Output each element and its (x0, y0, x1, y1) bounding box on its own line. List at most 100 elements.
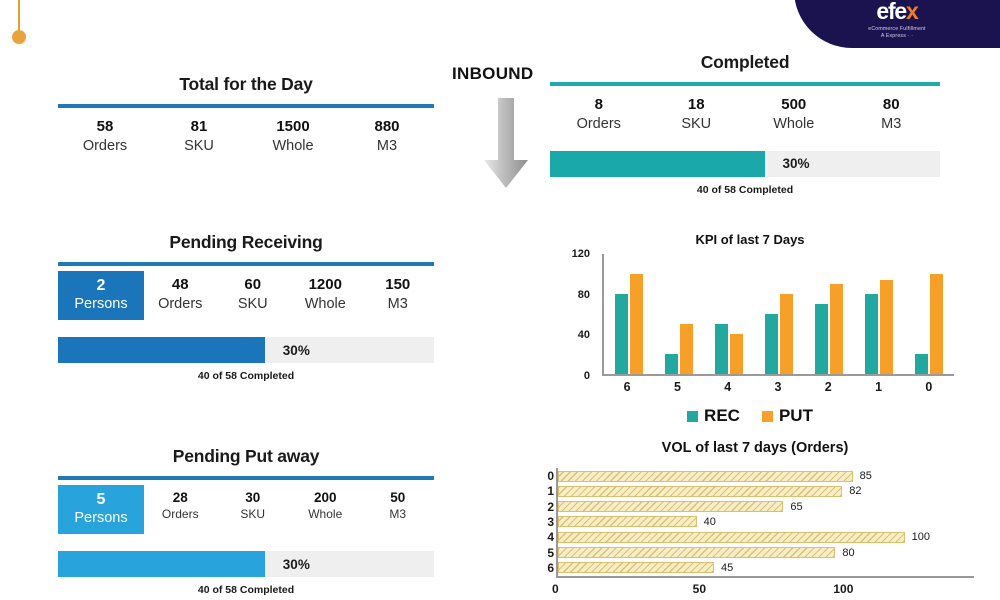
chart-kpi-bar-rec (815, 304, 828, 374)
chart-vol-bar (558, 470, 853, 482)
persons-value: 5 (96, 491, 106, 508)
progress-percent: 30% (282, 342, 310, 358)
stat-label: Orders (576, 115, 621, 132)
panel-rule-completed (550, 82, 940, 86)
stat-label: Orders (82, 137, 128, 154)
stat-label: Whole (773, 115, 815, 132)
progress-note: 40 of 58 Completed (197, 584, 295, 597)
chart-vol-row: 5 80 (547, 546, 974, 560)
brand-logo-text: efex (876, 0, 918, 23)
panel-rule-total (58, 104, 434, 108)
chart-kpi-bar-group (854, 254, 904, 374)
chart-kpi-bar-put (830, 284, 843, 374)
decorative-line (18, 0, 20, 32)
chart-vol-data-label: 85 (859, 470, 872, 482)
chart-vol-data-label: 100 (911, 531, 931, 544)
stat-cell: 50 M3 (362, 490, 435, 534)
stat-value: 1200 (308, 276, 342, 293)
chart-vol-data-label: 45 (721, 561, 734, 574)
progress-percent: 30% (782, 156, 810, 172)
stat-value: 200 (313, 490, 337, 505)
chart-kpi-last-7-days: KPI of last 7 Days 120 80 40 0 6 5 4 3 2 1 0 REC P… (540, 232, 960, 425)
persons-badge-put-away: 5 Persons (58, 485, 144, 535)
stat-value: 81 (190, 118, 208, 135)
panel-title-completed: Completed (700, 52, 790, 72)
stat-value: 60 (244, 276, 262, 293)
chart-vol-data-label: 40 (703, 515, 716, 528)
panel-title-pending-receiving: Pending Receiving (169, 232, 323, 252)
chart-vol-x-tick: 100 (833, 582, 854, 596)
cutoff-top-content (160, 0, 460, 12)
progress-track: 30% (550, 150, 940, 177)
chart-vol-data-label: 80 (842, 546, 855, 559)
stat-cell: 48 Orders (144, 276, 217, 320)
stat-label: Orders (161, 506, 199, 521)
progress-track: 30% (58, 551, 434, 578)
chart-kpi-x-tick: 6 (623, 380, 631, 394)
chart-vol-y-tick: 1 (547, 484, 554, 499)
stat-cell: 1200 Whole (289, 276, 362, 320)
stat-value: 500 (781, 96, 807, 113)
chart-vol-bar (558, 485, 843, 497)
chart-title-vol: VOL of last 7 days (Orders) (661, 440, 849, 456)
chart-vol-row: 0 85 (547, 469, 974, 483)
panel-pending-receiving: Pending Receiving 2 Persons 48 Orders 60… (58, 232, 434, 382)
panel-rule-pending-receiving (58, 262, 434, 266)
progress-percent: 30% (282, 556, 310, 572)
brand-tagline: eCommerce Fulfillment A Express - - (868, 26, 926, 41)
stat-cell: 60 SKU (217, 276, 290, 320)
stat-cell: 8 Orders (550, 96, 648, 134)
chart-kpi-legend-item[interactable]: PUT (761, 406, 813, 426)
stat-label: M3 (881, 115, 902, 132)
stats-row-total: 58 Orders 81 SKU 1500 Whole 880 M3 (58, 118, 434, 156)
chart-kpi-x-tick: 1 (875, 380, 883, 394)
stat-label: Whole (272, 137, 314, 154)
chart-kpi-x-tick: 5 (673, 380, 681, 394)
stats-row-pending-receiving: 2 Persons 48 Orders 60 SKU 1200 Whole 15… (58, 271, 434, 321)
persons-badge-receiving: 2 Persons (58, 271, 144, 321)
stat-label: SKU (681, 115, 712, 132)
chart-kpi-legend-item[interactable]: REC (687, 406, 740, 426)
legend-label: REC (704, 406, 740, 425)
chart-vol-bar (558, 562, 714, 574)
chart-vol-y-tick: 2 (547, 499, 554, 514)
chart-kpi-bar-put (930, 274, 943, 374)
chart-vol-x-tick: 50 (692, 582, 707, 596)
stat-value: 1500 (276, 118, 310, 135)
stat-cell: 880 M3 (340, 118, 434, 156)
stat-label: Whole (308, 506, 343, 521)
persons-label: Persons (74, 296, 128, 313)
chart-kpi-bar-rec (665, 354, 678, 374)
brand-logo: efex eCommerce Fulfillment A Express - - (794, 0, 1000, 48)
chart-kpi-bar-put (880, 280, 893, 374)
stat-cell: 28 Orders (144, 490, 217, 534)
chart-vol-y-tick: 3 (547, 514, 554, 529)
chart-kpi-x-tick: 3 (774, 380, 782, 394)
stat-value: 30 (245, 490, 261, 505)
progress-track: 30% (58, 337, 434, 364)
progress-receiving: 30% 40 of 58 Completed (58, 337, 434, 382)
stat-label: Orders (158, 295, 203, 312)
chart-vol-row: 2 65 (547, 500, 974, 514)
persons-label: Persons (74, 510, 128, 527)
stat-cell: 58 Orders (58, 118, 152, 156)
stats-row-pending-put-away: 5 Persons 28 Orders 30 SKU 200 Whole 50 … (58, 485, 435, 535)
stats-row-completed: 8 Orders 18 SKU 500 Whole 80 M3 (550, 96, 940, 134)
chart-vol-bar (558, 516, 697, 528)
stat-cell: 30 SKU (217, 490, 290, 534)
chart-kpi-bar-rec (715, 324, 728, 374)
stat-label: M3 (387, 295, 408, 312)
chart-kpi-bar-group (804, 254, 854, 374)
chart-vol-row: 6 45 (547, 561, 974, 575)
chart-vol-x-tick: 0 (552, 582, 559, 596)
chart-kpi-bar-rec (765, 314, 778, 374)
chart-vol-last-7-days: VOL of last 7 days (Orders) 0 85 1 82 2 65 3 40… (530, 440, 980, 600)
progress-fill (550, 150, 765, 177)
chart-vol-y-tick: 5 (547, 545, 554, 560)
chart-kpi-x-tick: 2 (824, 380, 832, 394)
brand-tagline-dash: - - (907, 33, 914, 40)
stat-cell: 81 SKU (152, 118, 246, 156)
chart-vol-row: 4 100 (547, 530, 974, 544)
chart-vol-bar (558, 501, 784, 513)
chart-kpi-y-tick: 0 (583, 370, 590, 382)
